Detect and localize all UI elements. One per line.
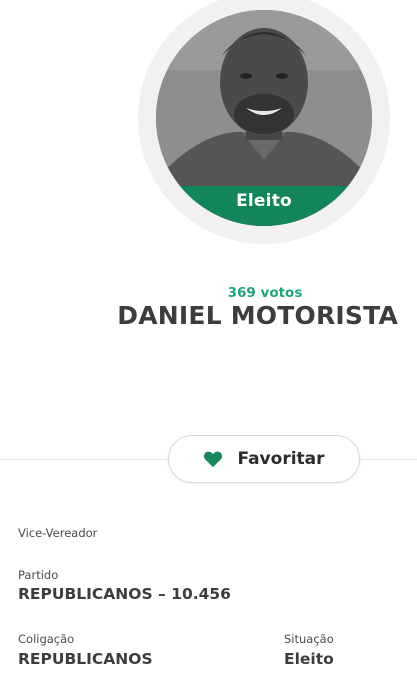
heart-icon: [204, 451, 223, 468]
coalition-label: Coligação: [18, 632, 75, 646]
party-label: Partido: [18, 568, 59, 582]
situation-label: Situação: [284, 632, 334, 646]
situation-value: Eleito: [284, 650, 334, 668]
vote-count: 369 votos: [227, 285, 303, 301]
coalition-value: REPUBLICANOS: [18, 650, 153, 668]
favorite-button-label: Favoritar: [237, 449, 325, 469]
party-value: REPUBLICANOS – 10.456: [18, 585, 231, 603]
favorite-button[interactable]: Favoritar: [168, 435, 360, 483]
role-text: Vice-Vereador: [18, 526, 98, 540]
candidate-photo: Eleito: [156, 10, 372, 226]
candidate-name: DANIEL MOTORISTA: [117, 301, 398, 330]
elected-status-badge: Eleito: [156, 186, 372, 226]
